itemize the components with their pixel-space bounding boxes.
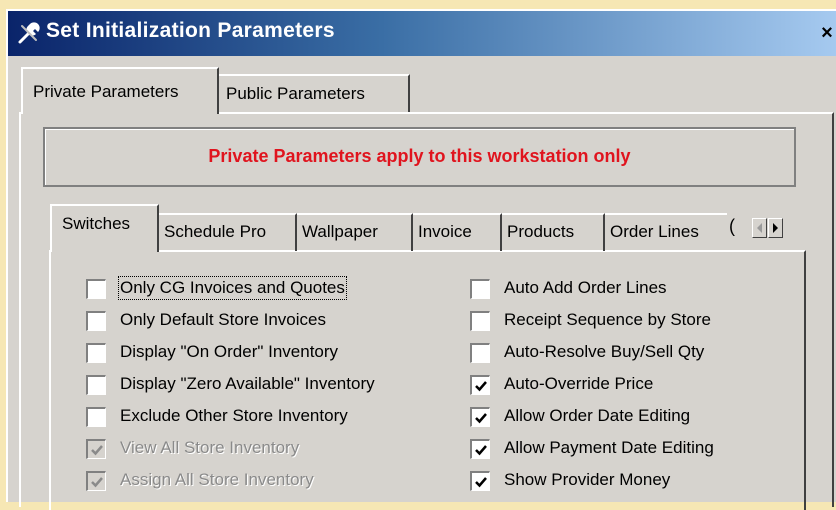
option-label: Auto-Resolve Buy/Sell Qty: [504, 342, 705, 361]
checkmark-icon: [475, 445, 487, 456]
checkbox[interactable]: [86, 407, 106, 427]
option-label: Assign All Store Inventory: [120, 470, 314, 489]
tab-overflow-partial[interactable]: (: [729, 216, 735, 237]
checkbox[interactable]: [470, 311, 490, 331]
checkbox[interactable]: [470, 375, 490, 395]
scroll-right-arrow-icon: [773, 223, 778, 233]
scroll-left-button[interactable]: [752, 218, 767, 238]
option-label: Receipt Sequence by Store: [504, 310, 711, 329]
checkbox[interactable]: [470, 471, 490, 491]
checkbox[interactable]: [86, 311, 106, 331]
tab-order-lines[interactable]: Order Lines: [605, 213, 727, 251]
checkbox: [86, 439, 106, 459]
scroll-right-button[interactable]: [768, 218, 783, 238]
tab-schedule-pro[interactable]: Schedule Pro: [159, 213, 297, 251]
checkmark-icon: [91, 445, 103, 456]
checkbox[interactable]: [470, 279, 490, 299]
option-label: Allow Payment Date Editing: [504, 438, 714, 457]
tab-invoice[interactable]: Invoice: [413, 213, 502, 251]
checkbox[interactable]: [86, 375, 106, 395]
option-label: Display "Zero Available" Inventory: [120, 374, 375, 393]
checkmark-icon: [475, 381, 487, 392]
option-label: Exclude Other Store Inventory: [120, 406, 348, 425]
tab-public-parameters[interactable]: Public Parameters: [219, 74, 410, 112]
tab-private-parameters[interactable]: Private Parameters: [21, 67, 219, 114]
tab-wallpaper[interactable]: Wallpaper: [297, 213, 413, 251]
scroll-left-arrow-icon: [757, 223, 762, 233]
close-button[interactable]: ×: [816, 21, 836, 45]
tab-products[interactable]: Products: [502, 213, 605, 251]
checkbox: [86, 471, 106, 491]
option-label: Only Default Store Invoices: [120, 310, 326, 329]
option-label: View All Store Inventory: [120, 438, 300, 457]
checkmark-icon: [91, 477, 103, 488]
checkbox[interactable]: [470, 439, 490, 459]
tab-switches[interactable]: Switches: [50, 204, 159, 252]
option-label: Display "On Order" Inventory: [120, 342, 339, 361]
checkmark-icon: [475, 413, 487, 424]
option-label: Only CG Invoices and Quotes: [118, 276, 347, 300]
info-banner: Private Parameters apply to this worksta…: [43, 127, 796, 187]
option-label: Show Provider Money: [504, 470, 671, 489]
checkbox[interactable]: [86, 343, 106, 363]
title-bar[interactable]: Set Initialization Parameters ×: [8, 11, 836, 56]
option-label: Allow Order Date Editing: [504, 406, 691, 425]
checkbox[interactable]: [470, 343, 490, 363]
banner-message: Private Parameters apply to this worksta…: [208, 146, 631, 166]
checkbox[interactable]: [86, 279, 106, 299]
option-label: Auto Add Order Lines: [504, 278, 667, 297]
option-label: Auto-Override Price: [504, 374, 654, 393]
dialog-title: Set Initialization Parameters: [46, 19, 335, 42]
checkbox[interactable]: [470, 407, 490, 427]
checkmark-icon: [475, 477, 487, 488]
wrench-tools-icon: [18, 22, 40, 44]
